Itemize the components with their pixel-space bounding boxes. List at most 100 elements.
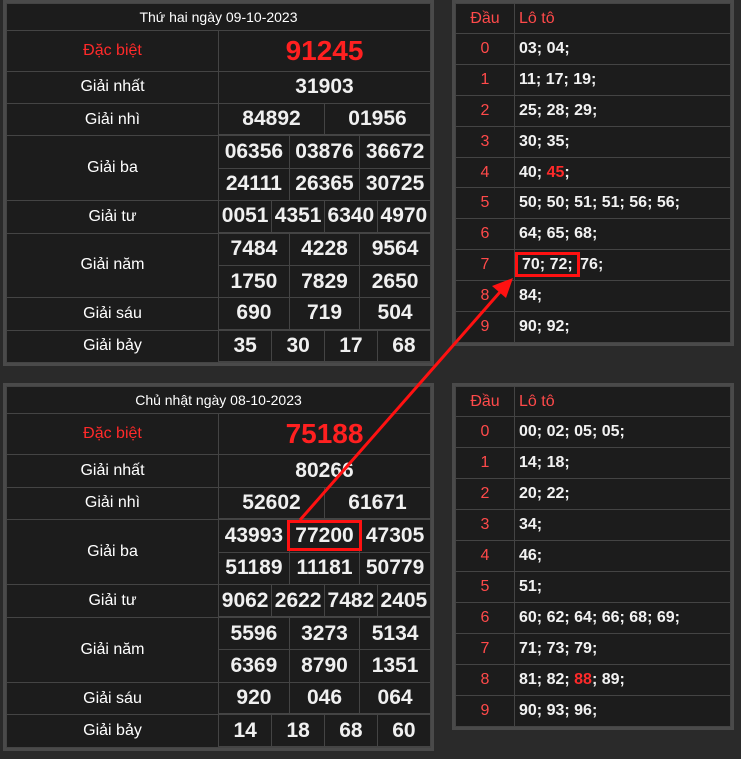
seventh-prize-value: 17 [324,330,378,362]
loto-numbers: 90; 93; 96; [514,695,731,727]
loto-head-digit: 6 [455,602,515,634]
loto-head-digit: 5 [455,571,515,603]
seventh-prize-value: 18 [271,715,325,748]
seventh-prize-value: 60 [377,715,430,748]
fifth-prize-value: 5596 [219,617,290,651]
fourth-prize-value: 4351 [271,201,325,233]
label-second-prize: Giải nhì [6,103,219,137]
loto-number: 40; [519,163,547,181]
loto-head-digit: 1 [455,447,515,479]
loto-head-digit: 2 [455,94,515,127]
loto-head-digit: 8 [455,280,515,313]
label-first-prize: Giải nhất [6,70,219,105]
fifth-prize-value: 7829 [289,265,361,298]
loto-numbers: 30; 35; [514,125,731,158]
third-prize-value: 06356 [219,136,290,169]
loto-head-digit: 4 [455,540,515,572]
loto-header-loto: Lô tô [514,3,731,34]
third-prize-value: 50779 [365,556,425,580]
fifth-prize-value: 6369 [219,649,290,682]
loto-header-dau: Đầu [455,3,515,34]
third-prize-value-highlighted: 77200 [287,519,362,553]
loto-number: ; [564,163,570,181]
fifth-prize-value: 1750 [219,265,290,298]
fourth-prize-value: 9062 [219,585,273,617]
loto-numbers: 00; 02; 05; 05; [514,416,731,448]
label-special-prize: Đặc biệt [6,30,219,72]
fifth-prize-value: 4228 [289,233,361,266]
third-prize-value: 36672 [359,136,430,169]
third-prize-value: 24111 [219,168,290,201]
label-sixth-prize: Giải sáu [6,297,219,331]
results-table-day2: Chủ nhật ngày 08-10-2023 Đặc biệt 75188 … [3,383,434,751]
label-fifth-prize: Giải năm [6,616,219,683]
loto-head-digit: 3 [455,509,515,541]
third-prize-value: 43993 [219,520,290,553]
fourth-prize-value: 6340 [324,201,378,233]
second-prize-value: 01956 [324,104,430,136]
highlight-box: 77200 [287,519,362,551]
loto-number-special: 45 [546,163,565,181]
special-prize-value: 91245 [218,30,431,72]
loto-numbers: 25; 28; 29; [514,94,731,127]
label-third-prize: Giải ba [6,519,219,586]
loto-head-digit: 3 [455,125,515,158]
loto-numbers: 70; 72; 76; [514,249,731,282]
loto-numbers: 20; 22; [514,478,731,510]
loto-head-digit: 2 [455,478,515,510]
loto-head-digit: 7 [455,249,515,282]
third-prize-value: 11181 [289,552,361,585]
label-seventh-prize: Giải bảy [6,714,219,748]
seventh-prize-value: 35 [219,330,273,362]
label-second-prize: Giải nhì [6,486,219,521]
loto-head-digit: 9 [455,695,515,727]
loto-numbers: 34; [514,509,731,541]
highlight-box: 70; 72; [515,252,580,278]
loto-numbers: 03; 04; [514,33,731,65]
label-sixth-prize: Giải sáu [6,681,219,716]
loto-number-special: 88 [574,671,592,688]
label-special-prize: Đặc biệt [6,413,219,456]
loto-numbers: 84; [514,280,731,313]
loto-head-digit: 1 [455,63,515,96]
loto-numbers: 11; 17; 19; [514,63,731,96]
fifth-prize-value: 3273 [289,617,361,651]
results-table-day1: Thứ hai ngày 09-10-2023 Đặc biệt 91245 G… [3,0,434,366]
loto-head-digit: 9 [455,311,515,343]
loto-numbers: 51; [514,571,731,603]
loto-numbers: 14; 18; [514,447,731,479]
loto-head-digit: 0 [455,416,515,448]
loto-numbers: 50; 50; 51; 51; 56; 56; [514,187,731,220]
loto-table-day1: Đầu Lô tô 0 03; 04; 1 11; 17; 19; 2 25; 28; … [452,0,734,346]
loto-number: 76; [575,256,604,274]
seventh-prize-value: 30 [271,330,325,362]
label-seventh-prize: Giải bảy [6,329,219,364]
special-prize-value: 75188 [218,413,431,456]
loto-numbers: 81; 82; 88; 89; [514,664,731,696]
loto-numbers: 64; 65; 68; [514,218,731,251]
loto-table-day2: Đầu Lô tô 0 00; 02; 05; 05; 1 14; 18; 2 20; … [452,383,734,730]
fourth-prize-value: 4970 [377,201,430,233]
fifth-prize-value: 8790 [289,649,361,682]
first-prize-value: 80266 [218,454,431,488]
sixth-prize-value: 504 [359,298,430,330]
fifth-prize-value: 2650 [371,269,419,293]
loto-numbers: 90; 92; [514,311,731,343]
loto-head-digit: 8 [455,664,515,696]
label-first-prize: Giải nhất [6,454,219,488]
label-third-prize: Giải ba [6,135,219,202]
third-prize-value: 47305 [359,520,430,553]
loto-head-digit: 5 [455,187,515,220]
loto-header-loto: Lô tô [514,386,731,417]
loto-number: ; 89; [591,671,625,688]
results-title: Chủ nhật ngày 08-10-2023 [6,385,431,415]
results-title: Thứ hai ngày 09-10-2023 [6,2,431,32]
loto-header-dau: Đầu [455,386,515,417]
sixth-prize-value: 046 [289,682,361,715]
label-fourth-prize: Giải tư [6,584,219,618]
fifth-prize-value: 1351 [371,654,419,678]
loto-numbers: 71; 73; 79; [514,633,731,665]
label-fifth-prize: Giải năm [6,232,219,299]
third-prize-value: 30725 [365,172,425,196]
loto-head-digit: 6 [455,218,515,251]
